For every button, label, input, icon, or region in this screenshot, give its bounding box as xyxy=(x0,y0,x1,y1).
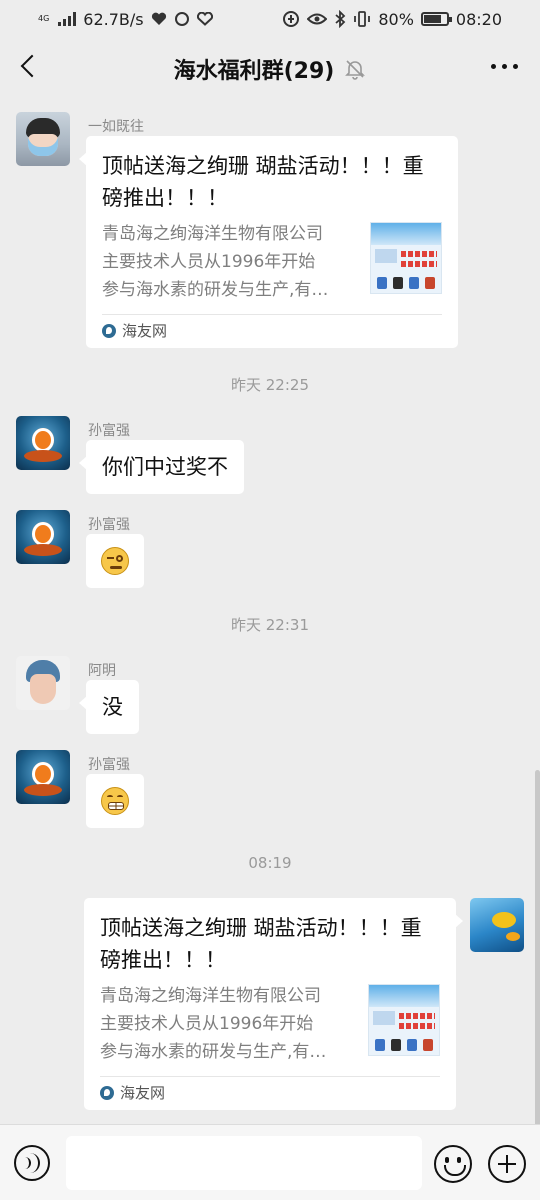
group-title: 海水福利群(29) xyxy=(173,59,335,84)
back-icon[interactable] xyxy=(16,52,46,82)
card-divider xyxy=(102,314,442,315)
message-bubble[interactable]: 没 xyxy=(79,680,139,734)
card-desc-line: 主要技术人员从1996年开始 xyxy=(102,252,316,272)
eye-icon xyxy=(307,13,328,25)
network-speed: 62.7B/s xyxy=(83,9,144,29)
card-desc-line: 青岛海之绚海洋生物有限公司 xyxy=(100,986,321,1006)
card-source-name: 海友网 xyxy=(122,322,168,340)
card-desc-line: 青岛海之绚海洋生物有限公司 xyxy=(102,224,323,244)
battery-fill xyxy=(423,15,442,23)
vibrate-icon xyxy=(354,11,371,27)
network-type-label: 4G xyxy=(38,14,50,23)
timestamp: 昨天 22:25 xyxy=(231,376,309,394)
avatar[interactable] xyxy=(16,510,70,564)
emoji-icon[interactable] xyxy=(434,1145,472,1183)
card-source: 海友网 xyxy=(100,1082,165,1103)
circle-icon xyxy=(174,12,189,26)
card-source-name: 海友网 xyxy=(120,1084,166,1102)
message-bubble[interactable] xyxy=(86,534,144,588)
card-title: 顶帖送海之绚珊 瑚盐活动！！！重磅推出！！！ xyxy=(100,916,422,972)
source-logo-icon xyxy=(102,323,116,338)
sender-name: 孙富强 xyxy=(88,517,130,533)
card-divider xyxy=(100,1076,440,1077)
card-desc-line: 主要技术人员从1996年开始 xyxy=(100,1014,314,1034)
chat-header: 海水福利群(29) xyxy=(0,38,540,100)
heart-icon xyxy=(151,12,166,25)
scrollbar[interactable] xyxy=(535,770,540,1124)
battery-icon xyxy=(420,12,452,26)
card-desc-line: 参与海水素的研发与生产,有… xyxy=(102,280,329,300)
sender-name: 孙富强 xyxy=(88,423,130,439)
avatar[interactable] xyxy=(16,750,70,804)
card-title: 顶帖送海之绚珊 瑚盐活动！！！重磅推出！！！ xyxy=(102,154,424,210)
message-bubble[interactable] xyxy=(86,774,144,828)
voice-input-icon[interactable] xyxy=(14,1145,50,1181)
signal-icon xyxy=(58,12,77,26)
more-icon[interactable] xyxy=(491,64,518,69)
timestamp: 08:19 xyxy=(248,854,292,872)
self-avatar[interactable] xyxy=(470,898,524,952)
link-card[interactable]: 顶帖送海之绚珊 瑚盐活动！！！重磅推出！！！ 青岛海之绚海洋生物有限公司 主要技… xyxy=(84,898,463,1110)
message-bubble[interactable]: 你们中过奖不 xyxy=(79,440,244,494)
input-bar xyxy=(0,1124,540,1200)
avatar[interactable] xyxy=(16,112,70,166)
battery-percent: 80% xyxy=(378,9,414,29)
card-thumbnail xyxy=(370,222,442,294)
sender-name: 一如既往 xyxy=(88,119,144,135)
avatar[interactable] xyxy=(16,416,70,470)
bluetooth-icon xyxy=(335,10,346,28)
data-saver-icon xyxy=(283,11,300,27)
mute-bell-icon xyxy=(345,60,366,80)
card-description: 青岛海之绚海洋生物有限公司 主要技术人员从1996年开始 参与海水素的研发与生产… xyxy=(102,220,358,304)
link-card[interactable]: 顶帖送海之绚珊 瑚盐活动！！！重磅推出！！！ 青岛海之绚海洋生物有限公司 主要技… xyxy=(79,136,458,348)
card-thumbnail xyxy=(368,984,440,1056)
card-source: 海友网 xyxy=(102,320,167,341)
awkward-emoji-icon xyxy=(101,547,129,575)
message-input[interactable] xyxy=(66,1136,422,1190)
sender-name: 阿明 xyxy=(88,663,116,679)
status-bar: 4G 62.7B/s 80% 08:20 xyxy=(0,0,540,38)
sender-name: 孙富强 xyxy=(88,757,130,773)
avatar[interactable] xyxy=(16,656,70,710)
status-left: 4G 62.7B/s xyxy=(38,10,213,29)
plus-icon[interactable] xyxy=(488,1145,526,1183)
chat-area[interactable]: 一如既往 顶帖送海之绚珊 瑚盐活动！！！重磅推出！！！ 青岛海之绚海洋生物有限公… xyxy=(0,100,540,1124)
clock: 08:20 xyxy=(455,9,502,29)
status-right: 80% 08:20 xyxy=(282,10,502,29)
timestamp: 昨天 22:31 xyxy=(231,616,309,634)
source-logo-icon xyxy=(100,1085,114,1100)
grin-emoji-icon xyxy=(101,787,129,815)
card-desc-line: 参与海水素的研发与生产,有… xyxy=(100,1042,327,1062)
heart-outline-icon xyxy=(196,12,213,26)
card-description: 青岛海之绚海洋生物有限公司 主要技术人员从1996年开始 参与海水素的研发与生产… xyxy=(100,982,356,1066)
